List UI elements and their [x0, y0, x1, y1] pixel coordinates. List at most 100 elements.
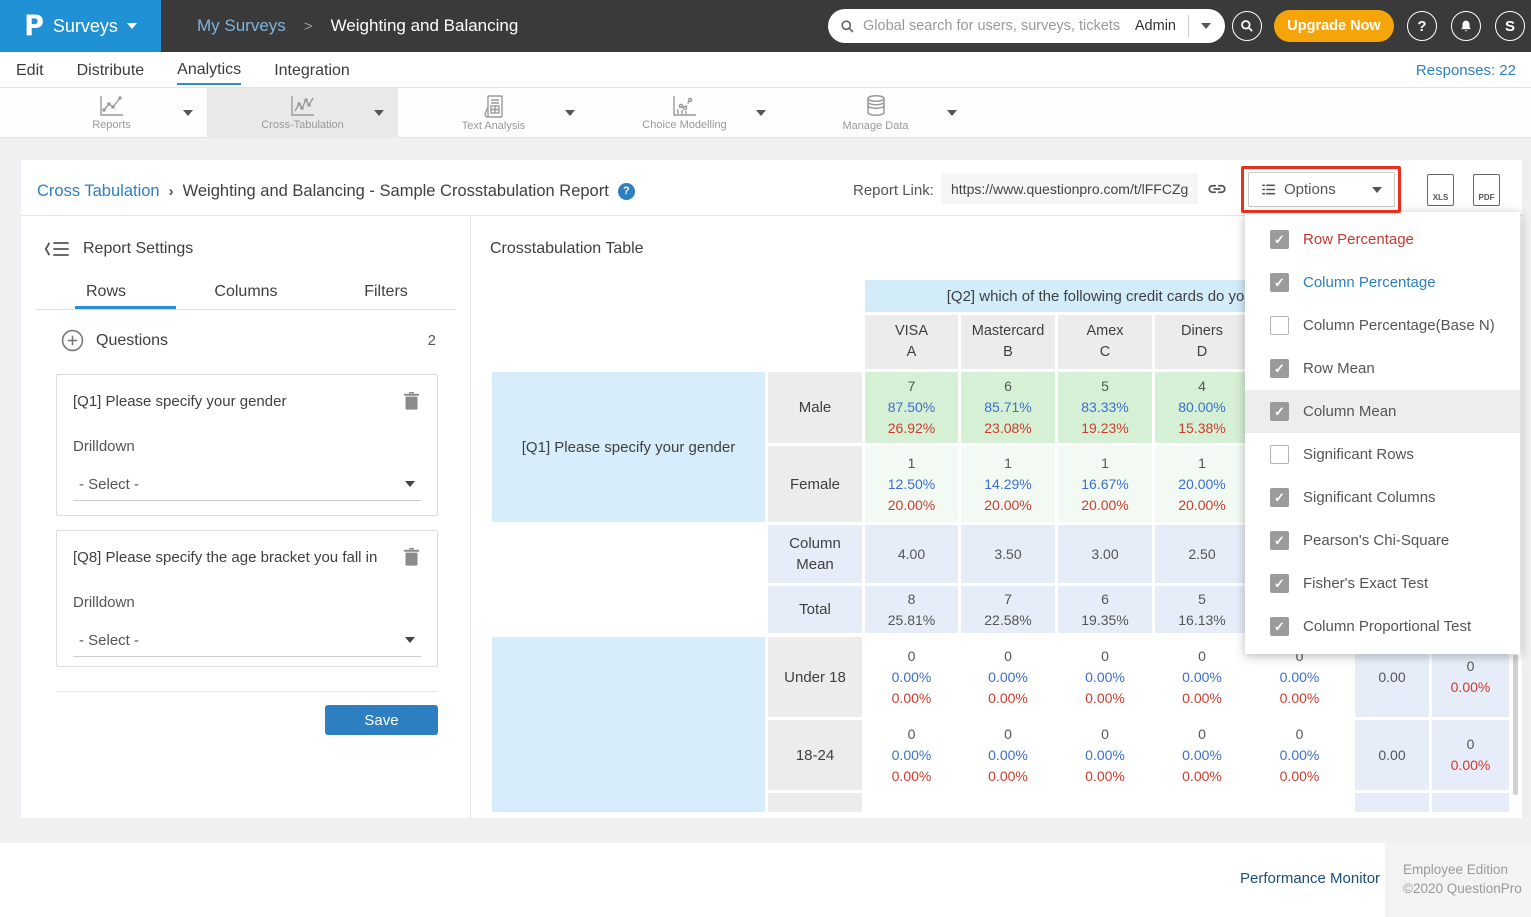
option-column-mean[interactable]: ✓ Column Mean	[1245, 390, 1520, 433]
breadcrumb-my-surveys[interactable]: My Surveys	[197, 16, 286, 36]
help-button[interactable]: ?	[1407, 11, 1437, 41]
divider	[56, 691, 438, 692]
crosstab-cell: 0 0.00% 0.00%	[961, 637, 1055, 717]
crosstab-cell: 7 22.58%	[961, 586, 1055, 633]
crosstab-cell-row-mean: 0.00	[1355, 720, 1429, 790]
tab-filters[interactable]: Filters	[316, 283, 456, 311]
upgrade-now-button[interactable]: Upgrade Now	[1274, 10, 1394, 42]
chevron-down-icon[interactable]	[947, 110, 957, 116]
option-column-proportional-test[interactable]: ✓ Column Proportional Test	[1245, 605, 1520, 648]
option-pearsons-chi-square[interactable]: ✓ Pearson's Chi-Square	[1245, 519, 1520, 562]
export-xls-button[interactable]: XLS	[1427, 174, 1454, 206]
drilldown-label: Drilldown	[73, 438, 135, 455]
column-header-visa: VISA A	[865, 315, 958, 369]
chevron-down-icon[interactable]	[756, 110, 766, 116]
survey-nav: Edit Distribute Analytics Integration Re…	[0, 52, 1531, 88]
search-submit-button[interactable]	[1232, 11, 1262, 41]
checkbox-checked-icon[interactable]: ✓	[1270, 617, 1289, 636]
crosstab-cell: 3.50	[961, 525, 1055, 583]
option-row-percentage[interactable]: ✓ Row Percentage	[1245, 218, 1520, 261]
delete-question-button[interactable]	[404, 392, 419, 410]
crosstab-cell: 4.00	[865, 525, 958, 583]
row-label-under-18: Under 18	[768, 637, 862, 717]
toolbar-item-choice-modelling[interactable]: Choice Modelling	[589, 88, 780, 138]
report-link-label: Report Link:	[853, 182, 934, 199]
chevron-down-icon[interactable]	[374, 110, 384, 116]
chevron-down-icon[interactable]	[183, 110, 193, 116]
checkbox-unchecked-icon[interactable]	[1270, 445, 1289, 464]
export-pdf-button[interactable]: PDF	[1473, 174, 1500, 206]
checkbox-checked-icon[interactable]: ✓	[1270, 488, 1289, 507]
crosstab-title: Crosstabulation Table	[490, 240, 644, 258]
chevron-down-icon	[405, 637, 415, 643]
checkbox-checked-icon[interactable]: ✓	[1270, 574, 1289, 593]
breadcrumb-separator: ›	[169, 183, 174, 200]
crosstab-cell	[1252, 793, 1347, 812]
questions-count: 2	[428, 332, 436, 349]
nav-item-edit[interactable]: Edit	[16, 56, 44, 84]
row-label-18-24: 18-24	[768, 720, 862, 790]
responses-count[interactable]: Responses: 22	[1416, 52, 1516, 88]
crosstab-cell: 1 16.67% 20.00%	[1058, 446, 1152, 522]
crosstab-cell	[1058, 793, 1152, 812]
report-breadcrumb: Cross Tabulation › Weighting and Balanci…	[37, 179, 635, 203]
option-fishers-exact-test[interactable]: ✓ Fisher's Exact Test	[1245, 562, 1520, 605]
link-icon[interactable]	[1206, 178, 1228, 200]
checkbox-checked-icon[interactable]: ✓	[1270, 230, 1289, 249]
checkbox-checked-icon[interactable]: ✓	[1270, 359, 1289, 378]
avatar[interactable]: S	[1495, 11, 1525, 41]
crosstab-cell: 5 83.33% 19.23%	[1058, 372, 1152, 443]
question-title: [Q8] Please specify the age bracket you …	[73, 549, 393, 566]
nav-item-distribute[interactable]: Distribute	[77, 56, 145, 84]
toolbar-item-text-analysis[interactable]: Text Analysis	[398, 88, 589, 138]
search-input[interactable]	[863, 18, 1127, 34]
crosstab-cell: 0 0.00% 0.00%	[1058, 637, 1152, 717]
checkbox-checked-icon[interactable]: ✓	[1270, 531, 1289, 550]
vertical-scrollbar[interactable]	[1513, 655, 1518, 795]
search-scope-dropdown[interactable]	[1201, 23, 1211, 29]
toolbar-item-reports[interactable]: Reports	[16, 88, 207, 138]
column-header-mastercard: Mastercard B	[961, 315, 1055, 369]
toolbar-item-manage-data[interactable]: Manage Data	[780, 88, 971, 138]
option-column-percentage[interactable]: ✓ Column Percentage	[1245, 261, 1520, 304]
line-chart-icon	[290, 95, 316, 117]
nav-item-analytics[interactable]: Analytics	[177, 55, 241, 85]
question-card-q8: [Q8] Please specify the age bracket you …	[56, 530, 438, 667]
report-url-field[interactable]: https://www.questionpro.com/t/lFFCZg	[941, 173, 1198, 204]
trash-icon	[404, 548, 419, 566]
option-significant-columns[interactable]: ✓ Significant Columns	[1245, 476, 1520, 519]
crosstab-cell: 0 0.00% 0.00%	[1155, 637, 1249, 717]
checkbox-checked-icon[interactable]: ✓	[1270, 402, 1289, 421]
options-button[interactable]: Options	[1248, 172, 1395, 207]
save-button[interactable]: Save	[325, 705, 438, 735]
edition-info: Employee Edition ©2020 QuestionPro	[1385, 843, 1531, 917]
option-column-percentage-base-n[interactable]: Column Percentage(Base N)	[1245, 304, 1520, 347]
breadcrumb-separator: >	[304, 18, 313, 35]
breadcrumb-cross-tabulation[interactable]: Cross Tabulation	[37, 182, 160, 201]
breadcrumb: My Surveys > Weighting and Balancing	[197, 0, 518, 52]
database-icon	[864, 94, 888, 118]
drilldown-select[interactable]: - Select -	[73, 468, 421, 501]
page-title: Weighting and Balancing - Sample Crossta…	[183, 182, 609, 201]
drilldown-select[interactable]: - Select -	[73, 624, 421, 657]
add-question-icon[interactable]	[61, 329, 84, 352]
checkbox-unchecked-icon[interactable]	[1270, 316, 1289, 335]
toolbar-item-cross-tabulation[interactable]: Cross-Tabulation	[207, 88, 398, 138]
help-icon[interactable]: ?	[618, 183, 635, 200]
report-settings-toggle[interactable]: Report Settings	[44, 239, 193, 259]
crosstab-cell: 0 0.00% 0.00%	[1155, 720, 1249, 790]
tab-columns[interactable]: Columns	[176, 283, 316, 311]
bell-icon	[1459, 19, 1473, 34]
surveys-menu[interactable]: P Surveys	[0, 0, 161, 52]
notifications-button[interactable]	[1451, 11, 1481, 41]
checkbox-checked-icon[interactable]: ✓	[1270, 273, 1289, 292]
performance-monitor-link[interactable]: Performance Monitor	[1240, 870, 1380, 887]
edition-label: Employee Edition	[1403, 860, 1531, 879]
delete-question-button[interactable]	[404, 548, 419, 566]
chevron-down-icon[interactable]	[565, 110, 575, 116]
option-significant-rows[interactable]: Significant Rows	[1245, 433, 1520, 476]
crosstab-cell	[1155, 793, 1249, 812]
nav-item-integration[interactable]: Integration	[274, 56, 350, 84]
crosstab-cell	[1432, 793, 1509, 812]
option-row-mean[interactable]: ✓ Row Mean	[1245, 347, 1520, 390]
